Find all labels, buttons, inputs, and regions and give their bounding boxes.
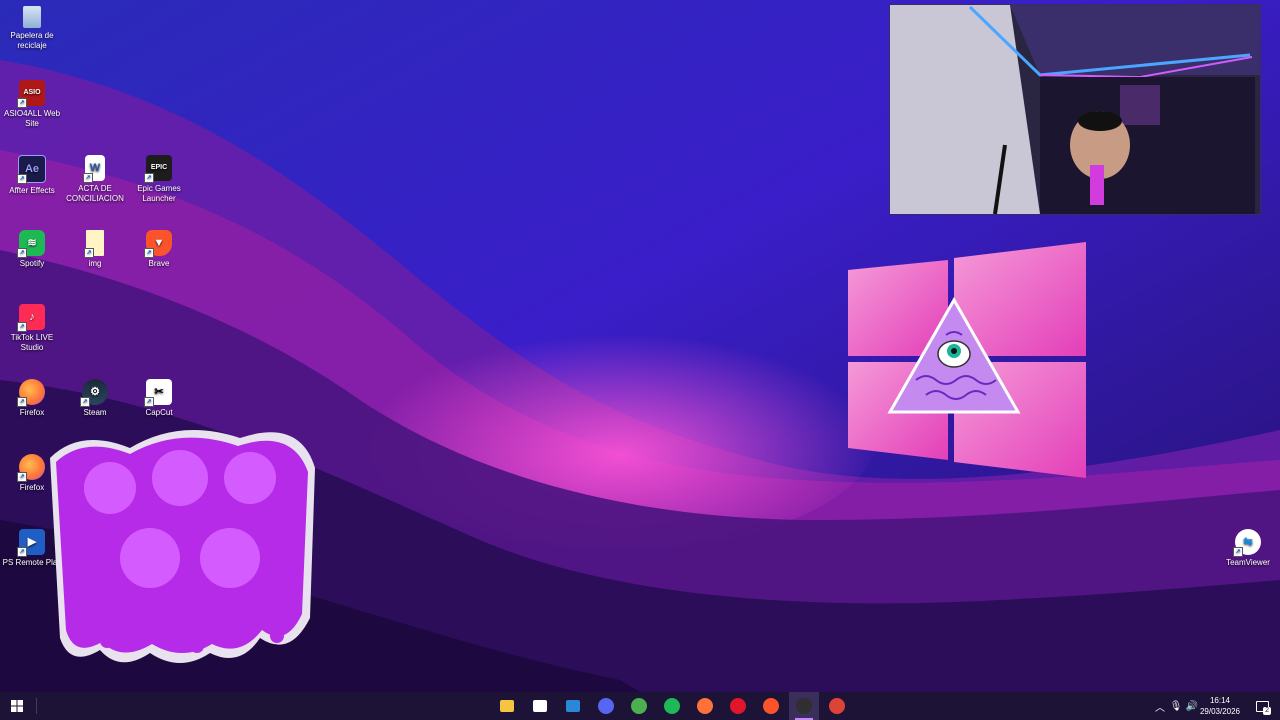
taskbar-brave-button[interactable] [756,692,786,720]
windows-start-icon [11,700,23,712]
brave-icon: ▼ ↗ [144,230,172,258]
desktop-icon-capcut[interactable]: ✂ ↗ CapCut [127,379,191,418]
recycle-bin-icon [23,6,41,28]
chrome-icon [631,698,647,714]
notifications-button[interactable]: 2 [1250,692,1274,720]
taskbar-microsoft-store-button[interactable] [525,692,555,720]
spotify-icon: ≋ ↗ [17,230,45,258]
system-tray: ︿ 🎙 🔊 16:14 29/03/2026 2 [1140,692,1280,720]
desktop-icon-steam[interactable]: ⚙ ↗ Steam [63,379,127,418]
desktop-icon-after-effects[interactable]: Ae ↗ Affter Effects [0,155,64,196]
taskbar-chrome-profile-button[interactable] [822,692,852,720]
desktop-icon-acta-de-conciliacion[interactable]: W ↗ ACTA DE CONCILIACION [63,155,127,204]
word-document-icon: W ↗ [83,155,105,183]
microsoft-store-icon [533,700,547,712]
desktop-icon-spotify[interactable]: ≋ ↗ Spotify [0,230,64,269]
epic-games-icon: EPIC ↗ [144,155,172,183]
search-divider [36,698,37,714]
show-hidden-icons-button[interactable]: ︿ [1152,692,1168,720]
brave-icon [763,698,779,714]
webcam-overlay [889,4,1261,215]
clock-time: 16:14 [1209,696,1231,705]
start-button[interactable] [2,692,32,720]
sticker-artwork [50,430,315,663]
firefox-icon [697,698,713,714]
folder-icon: ↗ [84,230,104,258]
taskbar-mail-button[interactable] [558,692,588,720]
firefox-icon: ↗ [17,379,45,407]
taskbar-file-explorer-button[interactable] [492,692,522,720]
mail-icon [566,700,580,712]
microphone-icon: 🎙 [1169,700,1183,712]
desktop-icon-tiktok-live-studio[interactable]: ♪ ↗ TikTok LIVE Studio [0,304,64,353]
clock[interactable]: 16:14 29/03/2026 [1196,695,1244,717]
taskbar-chrome-button[interactable] [624,692,654,720]
desktop-icon-recycle-bin[interactable]: Papelera de reciclaje [0,6,64,51]
taskbar: ︿ 🎙 🔊 16:14 29/03/2026 2 [0,692,1280,720]
steam-icon: ⚙ ↗ [80,379,108,407]
chrome-profile-icon [829,698,845,714]
windows-logo-artwork [848,242,1086,478]
desktop: Papelera de reciclaje ASIO ↗ ASIO4ALL Web… [0,0,1280,692]
obs-icon [796,698,812,714]
desktop-icon-firefox[interactable]: ↗ Firefox [0,379,64,418]
asio4all-icon: ASIO ↗ [17,80,45,108]
taskbar-spotify-button[interactable] [657,692,687,720]
spotify-icon [664,698,680,714]
clock-date: 29/03/2026 [1199,707,1241,716]
desktop-icon-asio4all[interactable]: ASIO ↗ ASIO4ALL Web Site [0,80,64,129]
taskbar-obs-button[interactable] [789,692,819,720]
after-effects-icon: Ae ↗ [17,155,46,184]
chevron-up-icon: ︿ [1155,702,1165,714]
teamviewer-icon: ⇆ ↗ [1233,529,1261,557]
file-explorer-icon [500,700,514,712]
discord-icon [598,698,614,714]
desktop-icon-brave[interactable]: ▼ ↗ Brave [127,230,191,269]
taskbar-discord-button[interactable] [591,692,621,720]
desktop-icon-epic-games[interactable]: EPIC ↗ Epic Games Launcher [127,155,191,204]
taskbar-opera-button[interactable] [723,692,753,720]
capcut-icon: ✂ ↗ [144,379,172,407]
opera-icon [730,698,746,714]
notification-count: 2 [1263,707,1271,715]
tiktok-live-icon: ♪ ↗ [17,304,45,332]
desktop-icon-img[interactable]: ↗ img [63,230,127,269]
microphone-button[interactable]: 🎙 [1168,692,1184,720]
taskbar-firefox-button[interactable] [690,692,720,720]
desktop-icon-teamviewer[interactable]: ⇆ ↗ TeamViewer [1216,529,1280,568]
